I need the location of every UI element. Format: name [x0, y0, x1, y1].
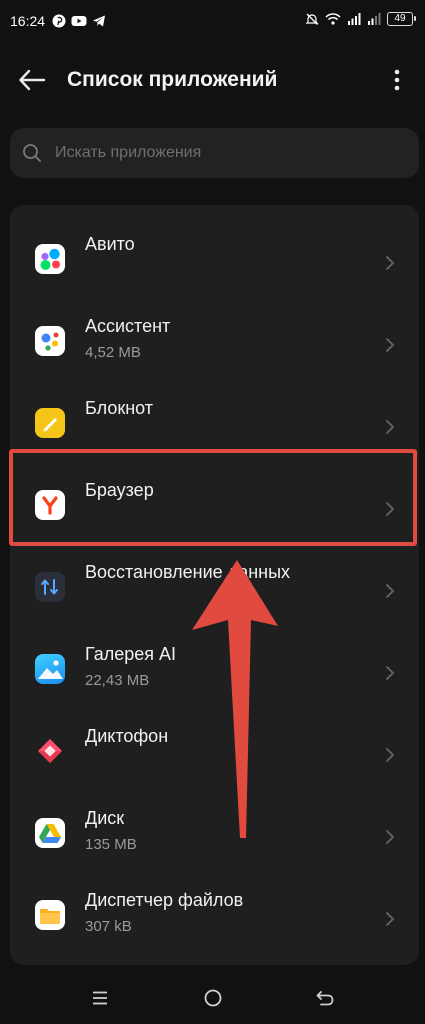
- home-icon: [204, 989, 222, 1007]
- mute-icon: [305, 13, 319, 25]
- app-name: Блокнот: [85, 398, 154, 418]
- chevron-right-icon: [386, 912, 394, 926]
- home-button[interactable]: [201, 986, 225, 1010]
- list-item[interactable]: Диск 135 MB: [10, 787, 419, 869]
- telegram-icon: [93, 15, 105, 27]
- signal-icon: [348, 13, 361, 25]
- app-name: Диктофон: [85, 726, 169, 746]
- file-manager-icon: [35, 900, 65, 930]
- notepad-icon: [35, 408, 65, 438]
- list-item[interactable]: Ассистент 4,52 MB: [10, 295, 419, 377]
- pinterest-icon: [52, 14, 66, 28]
- list-item[interactable]: Авито: [10, 213, 419, 295]
- chevron-right-icon: [386, 338, 394, 352]
- list-item[interactable]: Галерея AI 22,43 MB: [10, 623, 419, 705]
- avito-icon: [35, 244, 65, 274]
- battery-level: 49: [394, 13, 406, 24]
- wifi-icon: [325, 13, 341, 25]
- app-size: 135 MB: [85, 836, 137, 853]
- app-name: Авито: [85, 234, 135, 254]
- youtube-icon: [71, 16, 87, 26]
- yandex-browser-icon: [35, 490, 65, 520]
- status-time: 16:24: [10, 13, 46, 29]
- app-name: Браузер: [85, 480, 154, 500]
- chevron-right-icon: [386, 748, 394, 762]
- chevron-right-icon: [386, 502, 394, 516]
- gallery-icon: [35, 654, 65, 684]
- search-icon: [23, 144, 41, 162]
- list-item[interactable]: Блокнот: [10, 377, 419, 459]
- app-bar: Список приложений: [0, 52, 425, 108]
- status-bar: 16:24 49: [0, 0, 425, 44]
- chevron-right-icon: [386, 584, 394, 598]
- app-size: 307 kB: [85, 918, 132, 935]
- app-name: Восстановление данных: [85, 562, 291, 582]
- menu-icon: [93, 991, 107, 1005]
- recent-apps-button[interactable]: [88, 986, 112, 1010]
- app-name: Диск: [85, 808, 125, 828]
- more-options-button[interactable]: [385, 64, 409, 96]
- google-drive-icon: [35, 818, 65, 848]
- signal-icon: [368, 13, 381, 25]
- back-button[interactable]: [14, 64, 50, 96]
- app-size: 22,43 MB: [85, 672, 150, 689]
- list-item[interactable]: Диктофон: [10, 705, 419, 787]
- chevron-right-icon: [386, 830, 394, 844]
- chevron-right-icon: [386, 256, 394, 270]
- chevron-right-icon: [386, 666, 394, 680]
- assistant-icon: [35, 326, 65, 356]
- app-list: Авито Ассистент 4,52 MB Блокнот Браузер …: [10, 205, 419, 965]
- back-icon: [316, 991, 334, 1006]
- chevron-right-icon: [386, 420, 394, 434]
- search-placeholder: Искать приложения: [55, 144, 202, 161]
- more-vertical-icon: [394, 69, 400, 91]
- app-size: 4,52 MB: [85, 344, 141, 361]
- recorder-icon: [35, 736, 65, 766]
- app-name: Диспетчер файлов: [85, 890, 244, 910]
- app-name: Ассистент: [85, 316, 171, 336]
- list-item[interactable]: Восстановление данных: [10, 541, 419, 623]
- data-recovery-icon: [35, 572, 65, 602]
- list-item[interactable]: Диспетчер файлов 307 kB: [10, 869, 419, 951]
- page-title: Список приложений: [67, 68, 278, 91]
- back-nav-button[interactable]: [313, 986, 337, 1010]
- search-input[interactable]: Искать приложения: [10, 128, 419, 178]
- arrow-left-icon: [19, 69, 46, 91]
- list-item[interactable]: Браузер: [10, 459, 419, 541]
- battery-indicator: 49: [387, 12, 416, 26]
- app-name: Галерея AI: [85, 644, 177, 664]
- system-navigation-bar: [0, 972, 425, 1024]
